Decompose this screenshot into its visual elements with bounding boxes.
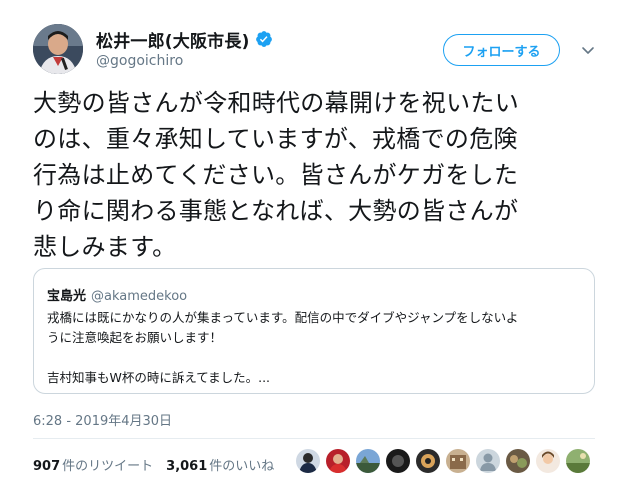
quoted-tweet[interactable]: 宝島光 @akamedekoo 戎橋には既にかなりの人が集まっています。配信の中…: [33, 268, 595, 394]
retweet-label: 件のリツイート: [62, 459, 154, 474]
retweet-count-link[interactable]: 907 件のリツイート: [33, 455, 153, 474]
quoted-tweet-text: 戎橋には既にかなりの人が集まっています。配信の中でダイブやジャンプをしないよ う…: [47, 310, 519, 385]
tweet-text: 大勢の皆さんが令和時代の幕開けを祝いたい のは、重々承知していますが、戎橋での危…: [33, 89, 519, 261]
person-avatar-icon: [33, 24, 83, 74]
divider: [33, 438, 595, 439]
like-count: 3,061: [166, 459, 208, 474]
liker-avatar[interactable]: [416, 449, 440, 473]
liker-avatar[interactable]: [326, 449, 350, 473]
author-handle[interactable]: @gogoichiro: [96, 53, 273, 69]
tweet-timestamp[interactable]: 6:28 - 2019年4月30日: [33, 410, 172, 429]
follow-button[interactable]: フォローする: [443, 34, 560, 66]
author-name-row: 松井一郎(大阪市長): [96, 27, 273, 52]
liker-avatar[interactable]: [506, 449, 530, 473]
liker-avatar[interactable]: [356, 449, 380, 473]
liker-avatar[interactable]: [386, 449, 410, 473]
author-display-name[interactable]: 松井一郎(大阪市長): [96, 27, 250, 52]
author-info: 松井一郎(大阪市長) @gogoichiro: [96, 28, 273, 69]
chevron-down-icon[interactable]: [580, 42, 596, 58]
liker-avatar[interactable]: [566, 449, 590, 473]
tweet-card: 松井一郎(大阪市長) @gogoichiro フォローする 大勢の皆さんが令和時…: [0, 0, 626, 483]
quoted-author-handle: @akamedekoo: [91, 289, 188, 304]
liker-avatars: [296, 449, 596, 473]
engagement-stats: 907 件のリツイート 3,061 件のいいね: [33, 455, 287, 474]
like-label: 件のいいね: [209, 459, 275, 474]
liker-avatar[interactable]: [476, 449, 500, 473]
like-count-link[interactable]: 3,061 件のいいね: [166, 455, 274, 474]
liker-avatar[interactable]: [296, 449, 320, 473]
quoted-tweet-header: 宝島光 @akamedekoo: [47, 285, 187, 304]
liker-avatar[interactable]: [446, 449, 470, 473]
author-avatar[interactable]: [33, 24, 83, 74]
verified-badge-icon: [255, 30, 273, 48]
retweet-count: 907: [33, 459, 61, 474]
quoted-author-name: 宝島光: [47, 289, 87, 304]
liker-avatar[interactable]: [536, 449, 560, 473]
